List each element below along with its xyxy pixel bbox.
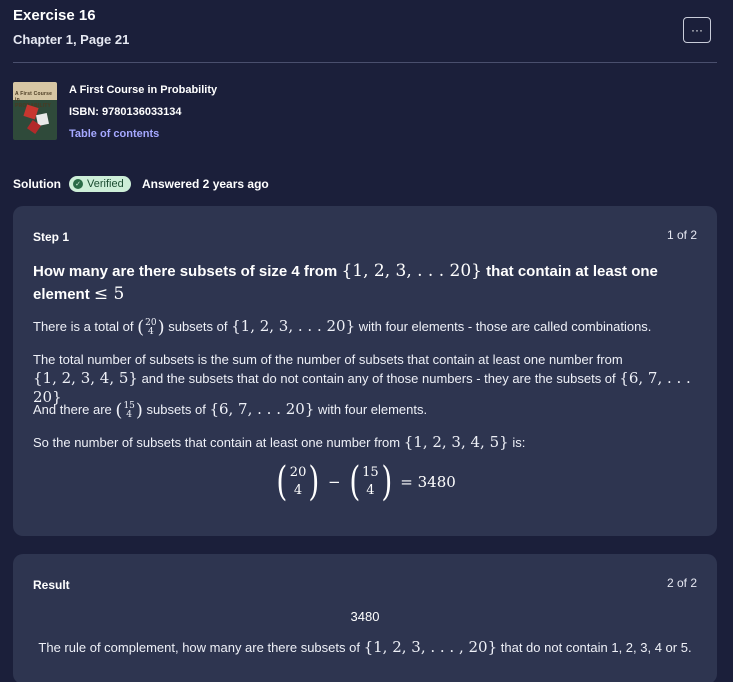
result-description: The rule of complement, how many are the… (38, 638, 692, 656)
minus-sign: − (327, 473, 341, 491)
step-label: Step 1 (33, 230, 70, 244)
binomial-20-4: ( 20 4 ) (137, 316, 165, 338)
exercise-title: Exercise 16 (13, 7, 96, 24)
verified-badge-label: Verified (87, 178, 124, 190)
formula-display: ( 20 4 ) − ( 15 4 ) = 3480 (13, 462, 717, 502)
ellipsis-icon: ··· (691, 23, 703, 37)
chapter-page-subtitle: Chapter 1, Page 21 (13, 32, 130, 47)
book-cover-text: A First Course in PROBABILITY (15, 91, 53, 109)
paragraph-combinations: There is a total of ( 20 4 ) subsets of {… (33, 316, 652, 338)
book-isbn: ISBN: 9780136033134 (69, 106, 182, 118)
header-divider (13, 62, 717, 63)
result-card: Result 2 of 2 3480 The rule of complemen… (13, 554, 717, 682)
math-set: {1, 2, 3, . . . 20} (341, 261, 482, 281)
book-title[interactable]: A First Course in Probability (69, 84, 217, 96)
binomial-20-4-display: ( 20 4 ) (276, 459, 320, 505)
binomial-15-4: ( 15 4 ) (115, 399, 143, 421)
table-of-contents-link[interactable]: Table of contents (69, 128, 159, 140)
paragraph-total: The total number of subsets is the sum o… (33, 352, 691, 406)
more-options-button[interactable]: ··· (683, 17, 711, 43)
binomial-15-4-display: ( 15 4 ) (348, 459, 392, 505)
verified-badge: ✓ Verified (69, 176, 131, 192)
paragraph-conclusion: So the number of subsets that contain at… (33, 433, 526, 451)
answered-date: Answered 2 years ago (142, 177, 269, 191)
formula-result: = 3480 (400, 473, 456, 491)
math-inequality: ≤ 5 (93, 284, 125, 304)
result-label: Result (33, 578, 70, 592)
book-cover-image[interactable]: A First Course in PROBABILITY (13, 82, 57, 140)
step-heading: How many are there subsets of size 4 fro… (33, 261, 658, 304)
paragraph-excluded: And there are ( 15 4 ) subsets of {6, 7, … (33, 399, 428, 421)
check-icon: ✓ (73, 179, 83, 189)
step-counter: 1 of 2 (666, 228, 697, 242)
result-counter: 2 of 2 (666, 576, 697, 590)
result-value: 3480 (350, 609, 380, 624)
solution-label: Solution (13, 177, 61, 191)
step-card: Step 1 1 of 2 How many are there subsets… (13, 206, 717, 536)
